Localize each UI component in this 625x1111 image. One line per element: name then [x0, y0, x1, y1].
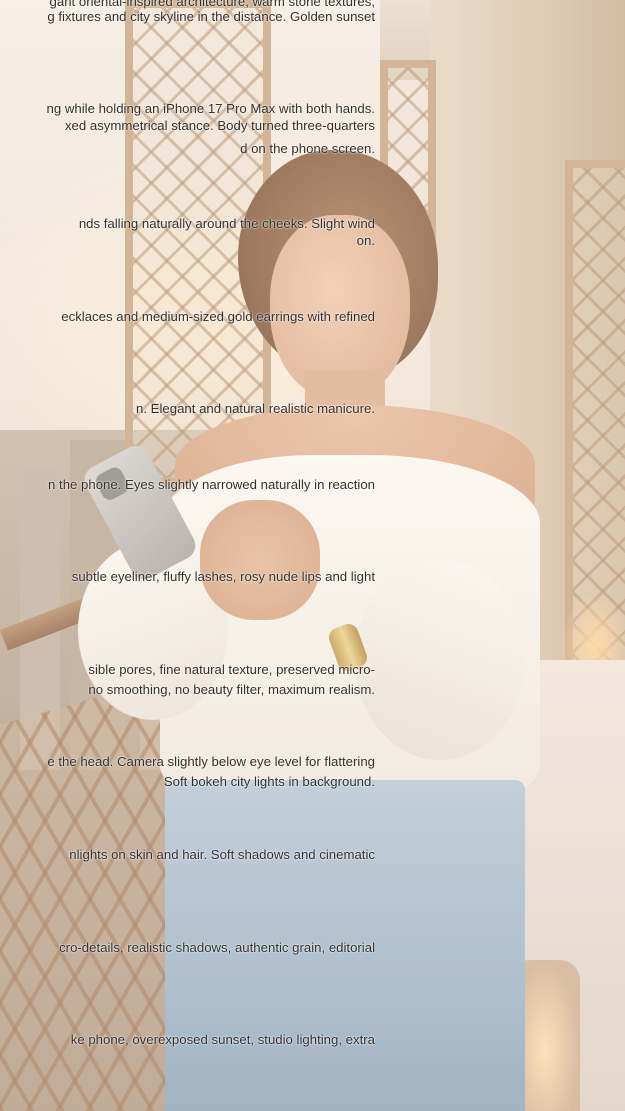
overlay-line: d on the phone screen. — [240, 141, 375, 156]
overlay-line: nlights on skin and hair. Soft shadows a… — [69, 847, 375, 862]
overlay-line: g fixtures and city skyline in the dista… — [47, 9, 375, 24]
overlay-line: e the head. Camera slightly below eye le… — [47, 754, 375, 769]
overlay-line: n. Elegant and natural realistic manicur… — [136, 401, 375, 416]
overlay-line: nds falling naturally around the cheeks.… — [78, 216, 375, 231]
overlay-line: ke phone, overexposed sunset, studio lig… — [70, 1032, 375, 1047]
overlay-line: ecklaces and medium-sized gold earrings … — [61, 309, 375, 324]
overlay-line: on. — [356, 233, 375, 248]
overlay-line: Soft bokeh city lights in background. — [163, 774, 375, 789]
overlay-line: n the phone. Eyes slightly narrowed natu… — [48, 477, 375, 492]
overlay-line: subtle eyeliner, fluffy lashes, rosy nud… — [71, 569, 375, 584]
overlay-line: no smoothing, no beauty filter, maximum … — [88, 682, 375, 697]
overlay-line: sible pores, fine natural texture, prese… — [88, 662, 375, 677]
overlay-line: cro-details, realistic shadows, authenti… — [59, 940, 375, 955]
prompt-overlay: gant oriental-inspired architecture, war… — [0, 0, 625, 1111]
overlay-line: xed asymmetrical stance. Body turned thr… — [64, 118, 375, 133]
overlay-line: ng while holding an iPhone 17 Pro Max wi… — [46, 101, 375, 116]
